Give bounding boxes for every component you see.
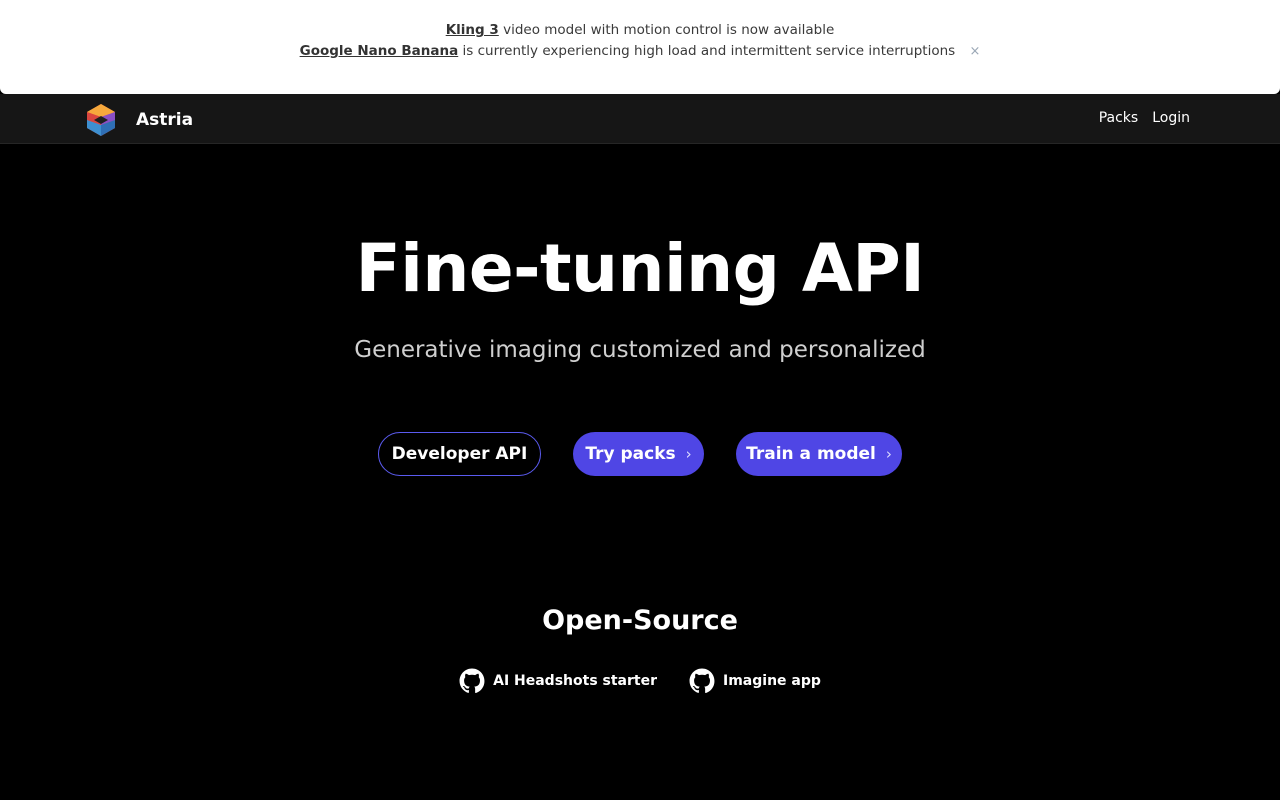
announcement-text-2: is currently experiencing high load and … xyxy=(462,43,956,59)
navbar: Astria Packs Login xyxy=(0,94,1280,144)
open-source-links: AI Headshots starter Imagine app xyxy=(0,668,1280,694)
try-packs-label: Try packs xyxy=(585,444,676,464)
announcement-text-1: video model with motion control is now a… xyxy=(503,22,835,38)
nav-packs-link[interactable]: Packs xyxy=(1099,110,1139,126)
train-model-label: Train a model xyxy=(746,444,876,464)
github-icon xyxy=(459,668,485,694)
ai-headshots-starter-label: AI Headshots starter xyxy=(493,673,657,689)
ai-headshots-starter-link[interactable]: AI Headshots starter xyxy=(459,668,657,694)
imagine-app-label: Imagine app xyxy=(723,673,821,689)
train-model-button[interactable]: Train a model › xyxy=(736,432,902,476)
developer-api-label: Developer API xyxy=(391,444,528,464)
announcement-line-1: Kling 3 video model with motion control … xyxy=(0,22,1280,38)
announcement-banner: Kling 3 video model with motion control … xyxy=(0,0,1280,94)
brand[interactable]: Astria xyxy=(84,104,193,136)
page-title: Fine-tuning API xyxy=(355,230,925,307)
page-subtitle: Generative imaging customized and person… xyxy=(354,337,926,363)
developer-api-button[interactable]: Developer API xyxy=(378,432,541,476)
kling-3-link[interactable]: Kling 3 xyxy=(446,22,499,38)
nav-login-link[interactable]: Login xyxy=(1152,110,1190,126)
astria-logo-icon xyxy=(87,104,115,136)
imagine-app-link[interactable]: Imagine app xyxy=(689,668,821,694)
github-icon xyxy=(689,668,715,694)
chevron-right-icon: › xyxy=(885,445,892,463)
nano-banana-link[interactable]: Google Nano Banana xyxy=(300,43,459,59)
announcement-line-2: Google Nano Banana is currently experien… xyxy=(0,43,1280,59)
close-icon[interactable]: × xyxy=(969,44,980,59)
brand-name: Astria xyxy=(136,110,194,130)
chevron-right-icon: › xyxy=(685,445,692,463)
try-packs-button[interactable]: Try packs › xyxy=(573,432,704,476)
nav-links: Packs Login xyxy=(1099,110,1190,126)
open-source-title: Open-Source xyxy=(542,605,738,636)
